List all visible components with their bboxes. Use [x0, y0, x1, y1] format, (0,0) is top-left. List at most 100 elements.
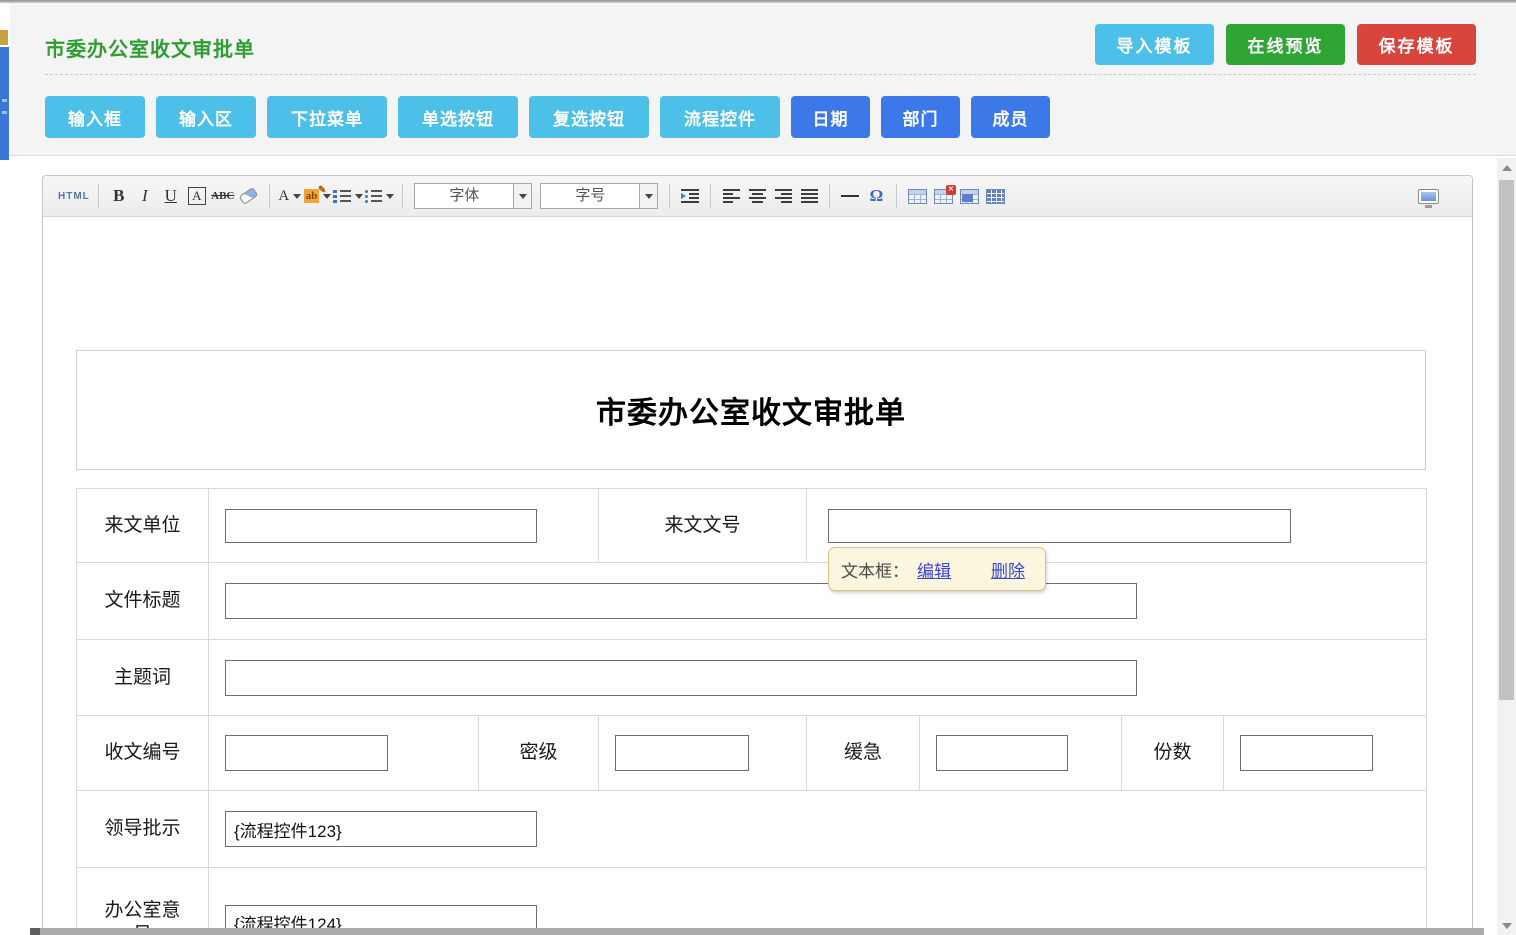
- import-template-button[interactable]: 导入模板: [1095, 24, 1214, 65]
- select-dropdown-button[interactable]: [639, 184, 657, 208]
- toolbar-separator: [710, 184, 711, 208]
- insert-checkbox-button[interactable]: 复选按钮: [529, 96, 649, 138]
- page-header: 市委办公室收文审批单 导入模板 在线预览 保存模板 输入框 输入区 下拉菜单 单…: [10, 3, 1516, 156]
- field-label: 收文编号: [77, 716, 209, 791]
- chevron-down-icon: [386, 194, 394, 199]
- delete-field-link[interactable]: 删除: [991, 557, 1025, 582]
- insert-member-button[interactable]: 成员: [971, 96, 1050, 138]
- form-title: 市委办公室收文审批单: [596, 388, 906, 432]
- horizontal-rule-icon: [841, 195, 859, 197]
- horizontal-rule-button[interactable]: [838, 182, 862, 210]
- insert-dropdown-button[interactable]: 下拉菜单: [267, 96, 387, 138]
- editor-toolbar: HTML B I U A ABC A ab 字体: [43, 176, 1472, 217]
- unordered-list-button[interactable]: [365, 182, 394, 210]
- highlight-color-button[interactable]: ab: [304, 182, 332, 210]
- online-preview-button[interactable]: 在线预览: [1226, 24, 1345, 65]
- indent-icon: [681, 189, 699, 203]
- insert-radio-button[interactable]: 单选按钮: [398, 96, 518, 138]
- insert-table-button[interactable]: [905, 182, 929, 210]
- insert-flow-control-button[interactable]: 流程控件: [660, 96, 780, 138]
- italic-button[interactable]: I: [133, 182, 157, 210]
- background-window-icon-fragment: [0, 30, 8, 45]
- form-title-box: 市委办公室收文审批单: [76, 350, 1426, 470]
- field-label: 缓急: [807, 716, 920, 791]
- align-center-button[interactable]: [745, 182, 769, 210]
- unordered-list-icon: [365, 190, 382, 203]
- triangle-up-icon: [1502, 165, 1512, 171]
- table-cell: [920, 716, 1122, 791]
- form-control-buttons: 输入框 输入区 下拉菜单 单选按钮 复选按钮 流程控件 日期 部门 成员: [45, 96, 1050, 138]
- template-action-buttons: 导入模板 在线预览 保存模板: [1095, 24, 1476, 65]
- insert-input-area-button[interactable]: 输入区: [156, 96, 256, 138]
- table-cell: [209, 868, 1427, 935]
- align-justify-icon: [801, 189, 818, 203]
- field-label: 办公室意见: [77, 868, 209, 935]
- field-action-tooltip: 文本框： 编辑 删除: [828, 547, 1046, 591]
- html-source-button[interactable]: HTML: [58, 182, 90, 210]
- receipt-number-input[interactable]: [225, 735, 388, 771]
- eraser-icon: [239, 187, 259, 205]
- ordered-list-icon: [333, 190, 351, 203]
- font-size-select[interactable]: 字号: [540, 183, 658, 209]
- align-right-button[interactable]: [771, 182, 795, 210]
- scrollbar-thumb[interactable]: [1499, 180, 1514, 700]
- underline-button[interactable]: U: [159, 182, 183, 210]
- insert-department-button[interactable]: 部门: [881, 96, 960, 138]
- field-label: 来文文号: [599, 489, 807, 563]
- delete-table-button[interactable]: [931, 182, 955, 210]
- incoming-doc-number-input[interactable]: [828, 509, 1291, 543]
- font-size-label: 字号: [541, 184, 639, 208]
- table-cell: [209, 489, 599, 563]
- table-row: 主题词: [77, 640, 1427, 716]
- table-properties-button[interactable]: [983, 182, 1007, 210]
- ordered-list-button[interactable]: [333, 182, 363, 210]
- toolbar-separator: [669, 184, 670, 208]
- table-cell: [209, 563, 1427, 640]
- security-level-input[interactable]: [615, 735, 749, 771]
- tooltip-label: 文本框：: [841, 557, 909, 582]
- strikethrough-button[interactable]: ABC: [211, 182, 235, 210]
- font-color-button[interactable]: A: [278, 182, 302, 210]
- editor-document[interactable]: 市委办公室收文审批单 来文单位 来文文号 文件标题: [43, 217, 1472, 935]
- insert-input-box-button[interactable]: 输入框: [45, 96, 145, 138]
- vertical-scrollbar[interactable]: [1497, 158, 1516, 935]
- toolbar-separator: [269, 184, 270, 208]
- font-border-button[interactable]: A: [185, 182, 209, 210]
- copies-input[interactable]: [1240, 735, 1373, 771]
- table-cell: [1224, 716, 1427, 791]
- bold-button[interactable]: B: [107, 182, 131, 210]
- special-character-button[interactable]: Ω: [864, 182, 888, 210]
- rich-text-editor: HTML B I U A ABC A ab 字体: [42, 175, 1473, 935]
- table-row: 办公室意见: [77, 868, 1427, 935]
- urgency-input[interactable]: [936, 735, 1068, 771]
- table-row: 领导批示: [77, 791, 1427, 868]
- align-center-icon: [749, 189, 766, 203]
- scroll-down-button[interactable]: [1497, 917, 1516, 934]
- align-justify-button[interactable]: [797, 182, 821, 210]
- keywords-input[interactable]: [225, 660, 1137, 696]
- insert-table-icon: [908, 189, 927, 204]
- font-family-label: 字体: [415, 184, 513, 208]
- triangle-down-icon: [1502, 923, 1512, 929]
- toolbar-separator: [896, 184, 897, 208]
- page-title: 市委办公室收文审批单: [45, 33, 255, 62]
- chevron-down-icon: [293, 194, 301, 199]
- incoming-unit-input[interactable]: [225, 509, 537, 543]
- save-template-button[interactable]: 保存模板: [1357, 24, 1476, 65]
- fullscreen-button[interactable]: [1416, 182, 1440, 210]
- window-top-edge: [0, 0, 1516, 3]
- approval-form-table: 来文单位 来文文号 文件标题 主题词: [76, 488, 1427, 935]
- edit-field-link[interactable]: 编辑: [917, 557, 951, 582]
- font-family-select[interactable]: 字体: [414, 183, 532, 209]
- leader-instructions-input[interactable]: [225, 811, 537, 847]
- remove-format-button[interactable]: [237, 182, 261, 210]
- align-left-button[interactable]: [719, 182, 743, 210]
- indent-button[interactable]: [678, 182, 702, 210]
- table-row: 文件标题: [77, 563, 1427, 640]
- merge-cells-button[interactable]: [957, 182, 981, 210]
- select-dropdown-button[interactable]: [513, 184, 531, 208]
- boxed-a-icon: A: [188, 187, 206, 205]
- insert-date-button[interactable]: 日期: [791, 96, 870, 138]
- scroll-up-button[interactable]: [1497, 159, 1516, 176]
- table-row: 收文编号 密级 缓急 份数: [77, 716, 1427, 791]
